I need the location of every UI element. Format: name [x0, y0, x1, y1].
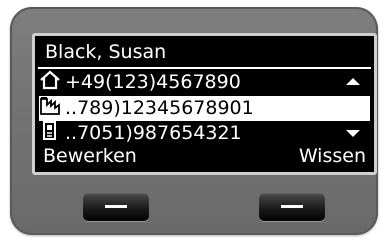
minus-icon: [281, 205, 303, 208]
left-softkey-button[interactable]: [83, 193, 149, 221]
right-softkey-button[interactable]: [259, 193, 325, 221]
title-divider: [38, 67, 371, 69]
number-entry-home[interactable]: +49(123)4567890: [39, 70, 370, 95]
number-entry-mobile[interactable]: ..7051)987654321: [39, 121, 370, 146]
scroll-up-arrow-icon: [346, 78, 360, 85]
mobile-icon: [43, 121, 56, 140]
softkey-right-label: Wissen: [298, 145, 366, 167]
softkey-left-label: Bewerken: [43, 145, 137, 167]
phone-device: Black, Susan +49(123)4567890 ..789)12345…: [10, 7, 378, 235]
office-icon: [40, 97, 60, 115]
number-entry-office[interactable]: ..789)12345678901: [39, 96, 370, 121]
entry-number: +49(123)4567890: [65, 71, 241, 93]
contact-name-title: Black, Susan: [45, 41, 167, 63]
display-screen: Black, Susan +49(123)4567890 ..789)12345…: [32, 33, 377, 175]
entry-number: ..789)12345678901: [65, 97, 254, 119]
entry-number: ..7051)987654321: [65, 122, 242, 144]
minus-icon: [105, 205, 127, 208]
scroll-down-arrow-icon: [346, 130, 360, 137]
home-icon: [40, 70, 60, 90]
